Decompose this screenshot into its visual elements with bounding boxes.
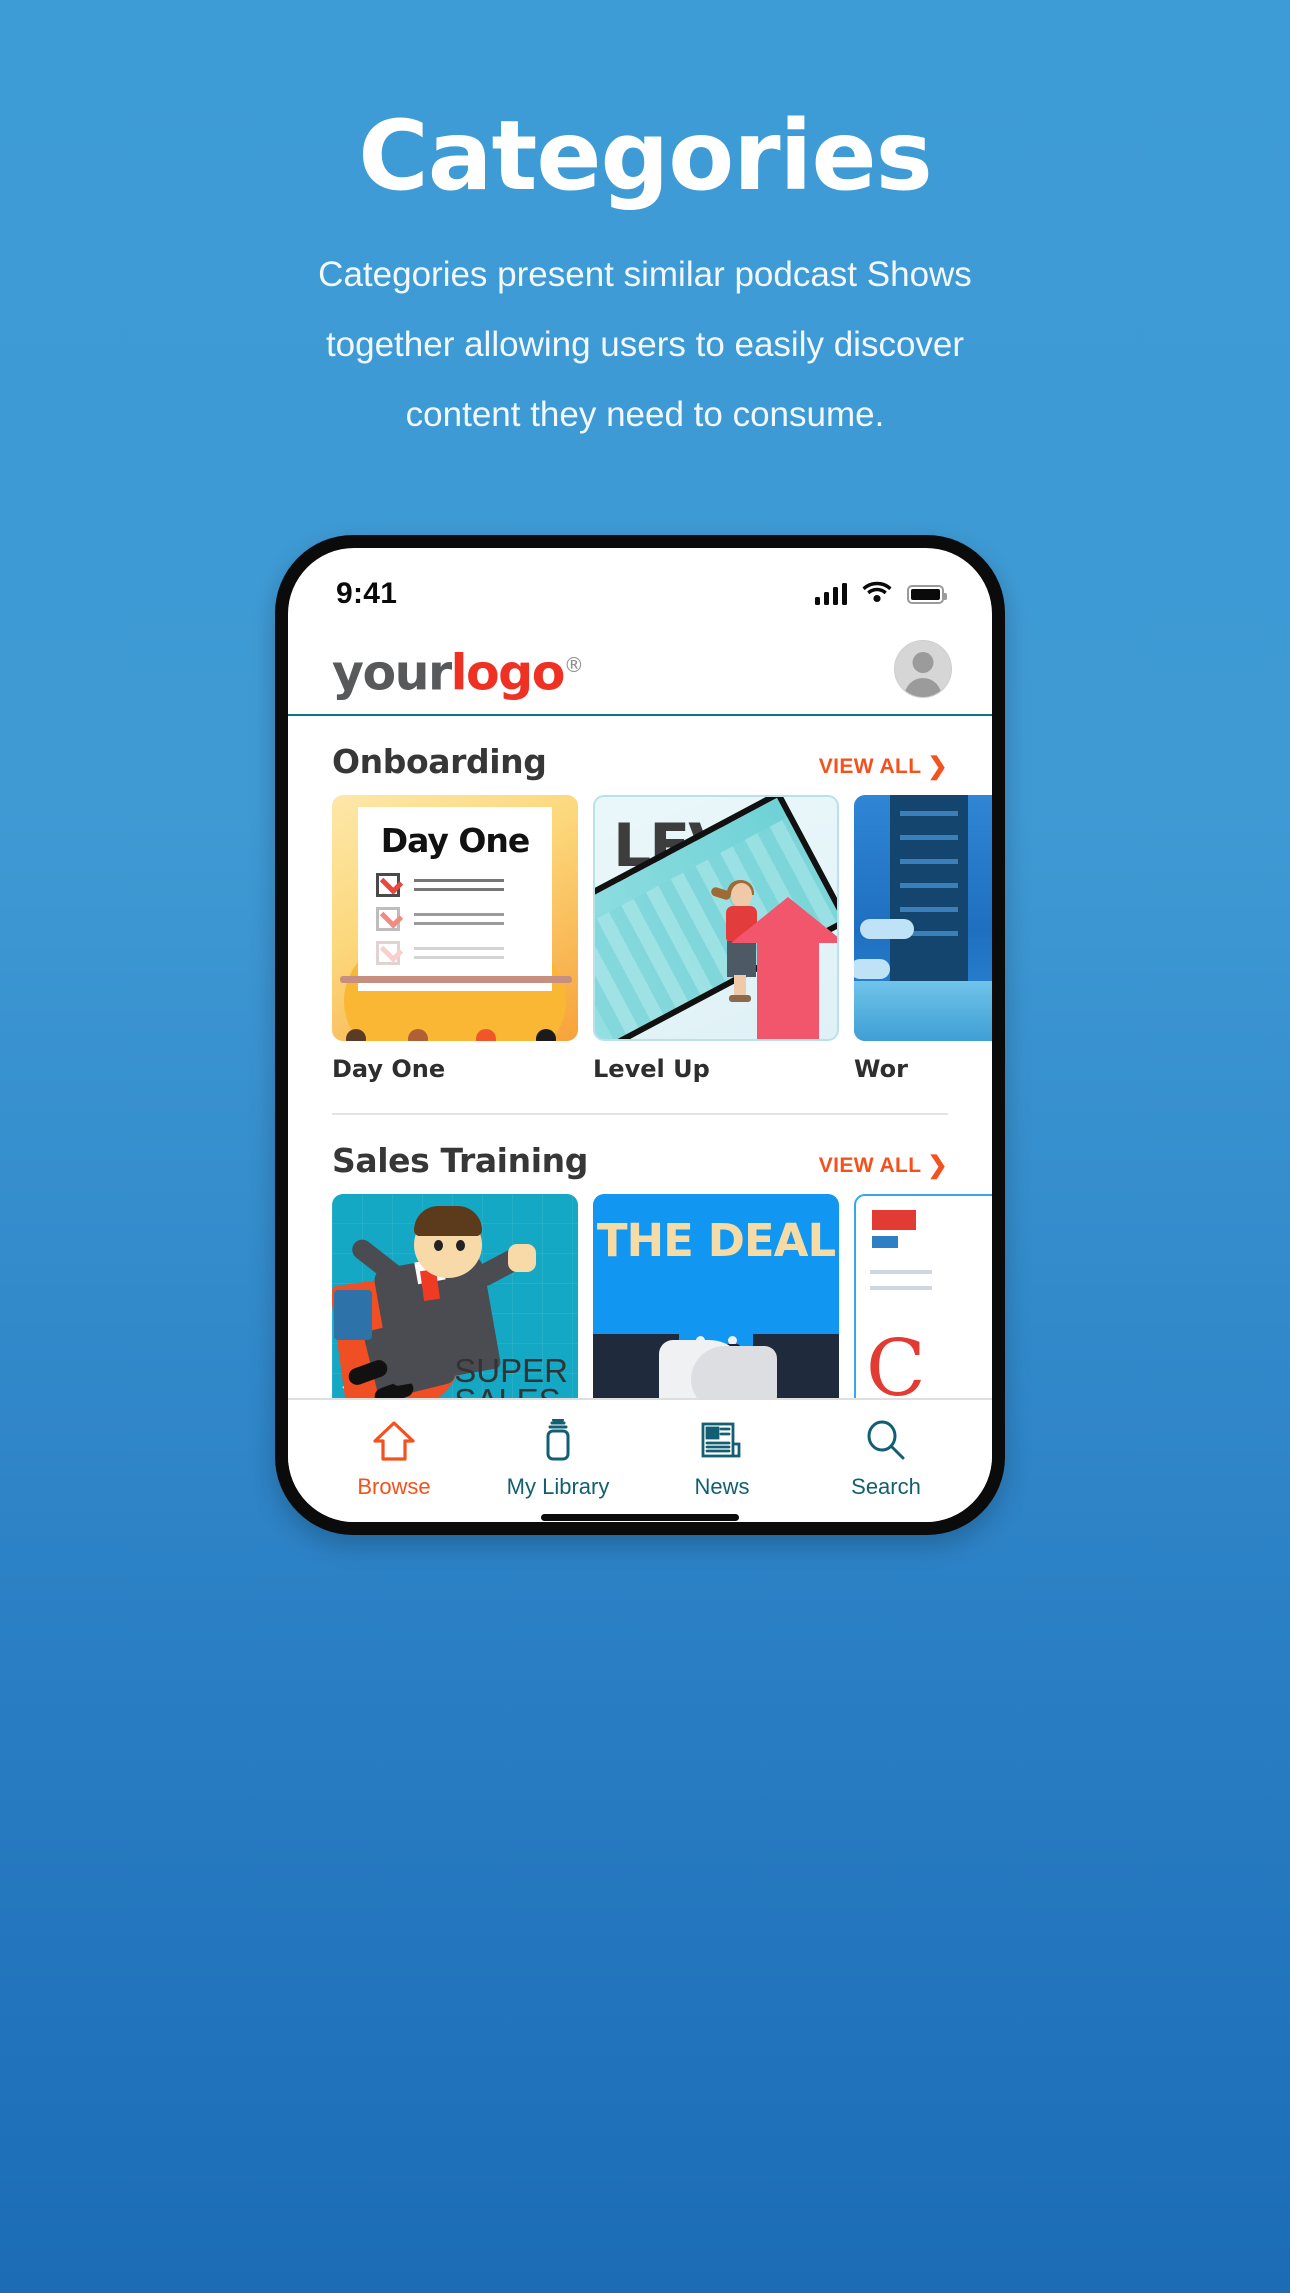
art-text-line xyxy=(870,1270,932,1274)
phone-screen: 9:41 yourlogo® Onboarding VIEW ALL ❯ Day… xyxy=(288,548,992,1522)
card-rail-sales-training[interactable]: SUPERSALES Super Sales THE DEAL xyxy=(288,1194,992,1398)
show-card[interactable]: C B2B xyxy=(854,1194,992,1398)
tab-label: Search xyxy=(851,1474,921,1499)
show-card-label: Day One xyxy=(332,1055,446,1083)
show-artwork-workplace[interactable] xyxy=(854,795,992,1041)
show-artwork-level-up[interactable]: LEVELUP xyxy=(593,795,839,1041)
show-artwork-day-one[interactable]: Day One xyxy=(332,795,578,1041)
art-eye xyxy=(434,1240,443,1251)
show-card[interactable]: THE DEAL The Deal xyxy=(593,1194,839,1398)
app-logo[interactable]: yourlogo® xyxy=(332,641,584,697)
status-bar: 9:41 xyxy=(288,548,992,624)
account-avatar-icon[interactable] xyxy=(894,640,952,698)
page-subtitle: Categories present similar podcast Shows… xyxy=(0,240,1290,450)
card-rail-onboarding[interactable]: Day One Day One Level Up Wor xyxy=(288,795,992,1083)
show-card[interactable]: LEVELUP Level Up xyxy=(593,795,839,1083)
art-cloud-shape xyxy=(854,959,890,979)
view-all-label: VIEW ALL xyxy=(818,1154,922,1177)
avatar-body xyxy=(904,678,942,697)
battery-icon xyxy=(907,584,947,604)
content-scroll-area[interactable]: Onboarding VIEW ALL ❯ Day One Day One Le… xyxy=(288,716,992,1398)
wifi-icon xyxy=(862,581,892,608)
tab-my-library[interactable]: My Library xyxy=(476,1418,640,1500)
logo-text-accent: logo xyxy=(450,644,566,702)
tab-label: My Library xyxy=(506,1474,610,1499)
subtitle-line-3: content they need to consume. xyxy=(405,395,885,434)
avatar-head xyxy=(912,652,934,673)
status-bar-icons xyxy=(814,581,947,608)
logo-trademark: ® xyxy=(563,652,584,677)
art-up-arrow-shape xyxy=(731,897,837,1039)
show-card-label: Level Up xyxy=(593,1055,710,1083)
art-people-group xyxy=(332,917,578,1041)
art-hand-right xyxy=(691,1346,777,1398)
section-title: Onboarding xyxy=(332,742,547,781)
phone-frame: 9:41 yourlogo® Onboarding VIEW ALL ❯ Day… xyxy=(275,535,1005,1535)
status-bar-clock: 9:41 xyxy=(336,577,398,610)
show-card[interactable]: Day One Day One xyxy=(332,795,578,1083)
bottom-tab-bar: Browse My Library News Search xyxy=(288,1398,992,1522)
logo-text-primary: your xyxy=(332,644,452,702)
section-title: Sales Training xyxy=(332,1141,588,1180)
phone-mockup: 9:41 yourlogo® Onboarding VIEW ALL ❯ Day… xyxy=(275,535,1005,1535)
art-fist-shape xyxy=(508,1244,536,1272)
artwork-title-text: C xyxy=(866,1324,926,1398)
show-card-label: Wor xyxy=(854,1055,908,1083)
art-blue-bar xyxy=(872,1236,898,1248)
home-icon xyxy=(372,1418,416,1464)
home-indicator xyxy=(541,1514,739,1521)
artwork-title-text: Day One xyxy=(380,821,531,860)
page-title: Categories xyxy=(358,100,932,212)
tab-label: Browse xyxy=(357,1474,431,1499)
search-icon xyxy=(865,1418,907,1464)
view-all-button-sales-training[interactable]: VIEW ALL ❯ xyxy=(819,1154,948,1178)
artwork-title-text: THE DEAL xyxy=(596,1214,836,1267)
art-checklist-row xyxy=(376,871,504,897)
library-icon xyxy=(540,1418,576,1464)
section-onboarding: Onboarding VIEW ALL ❯ Day One Day One Le… xyxy=(288,716,992,1115)
art-building-shape xyxy=(890,795,968,991)
chevron-right-icon: ❯ xyxy=(927,1152,948,1179)
show-artwork-the-deal[interactable]: THE DEAL xyxy=(593,1194,839,1398)
subtitle-line-2: together allowing users to easily discov… xyxy=(325,325,965,364)
art-briefcase-shape xyxy=(334,1290,372,1340)
section-sales-training: Sales Training VIEW ALL ❯ SUPER THE DEAL… xyxy=(288,1115,992,1398)
chevron-right-icon: ❯ xyxy=(927,753,948,780)
view-all-label: VIEW ALL xyxy=(818,755,922,778)
art-red-bar xyxy=(872,1210,916,1230)
tab-label: News xyxy=(694,1474,750,1499)
tab-browse[interactable]: Browse xyxy=(312,1418,476,1500)
show-artwork-super-sales[interactable]: SUPERSALES xyxy=(332,1194,578,1398)
tab-search[interactable]: Search xyxy=(804,1418,968,1500)
app-header: yourlogo® xyxy=(288,624,992,716)
art-text-line xyxy=(870,1286,932,1290)
art-eye xyxy=(456,1240,465,1251)
art-water-shape xyxy=(854,981,992,1041)
tab-news[interactable]: News xyxy=(640,1418,804,1500)
newspaper-icon xyxy=(700,1418,744,1464)
show-card[interactable]: Wor xyxy=(854,795,992,1083)
subtitle-line-1: Categories present similar podcast Shows xyxy=(318,255,972,294)
hero-block: Categories Categories present similar po… xyxy=(0,0,1290,450)
cellular-signal-icon xyxy=(814,583,847,605)
artwork-title-text: SUPERSALES xyxy=(454,1352,568,1398)
section-header: Sales Training VIEW ALL ❯ xyxy=(288,1115,992,1194)
art-cloud-shape xyxy=(860,919,914,939)
show-card[interactable]: SUPERSALES Super Sales xyxy=(332,1194,578,1398)
view-all-button-onboarding[interactable]: VIEW ALL ❯ xyxy=(819,755,948,779)
section-header: Onboarding VIEW ALL ❯ xyxy=(288,716,992,795)
art-hair-shape xyxy=(414,1206,482,1236)
show-artwork-b2b[interactable]: C xyxy=(854,1194,992,1398)
